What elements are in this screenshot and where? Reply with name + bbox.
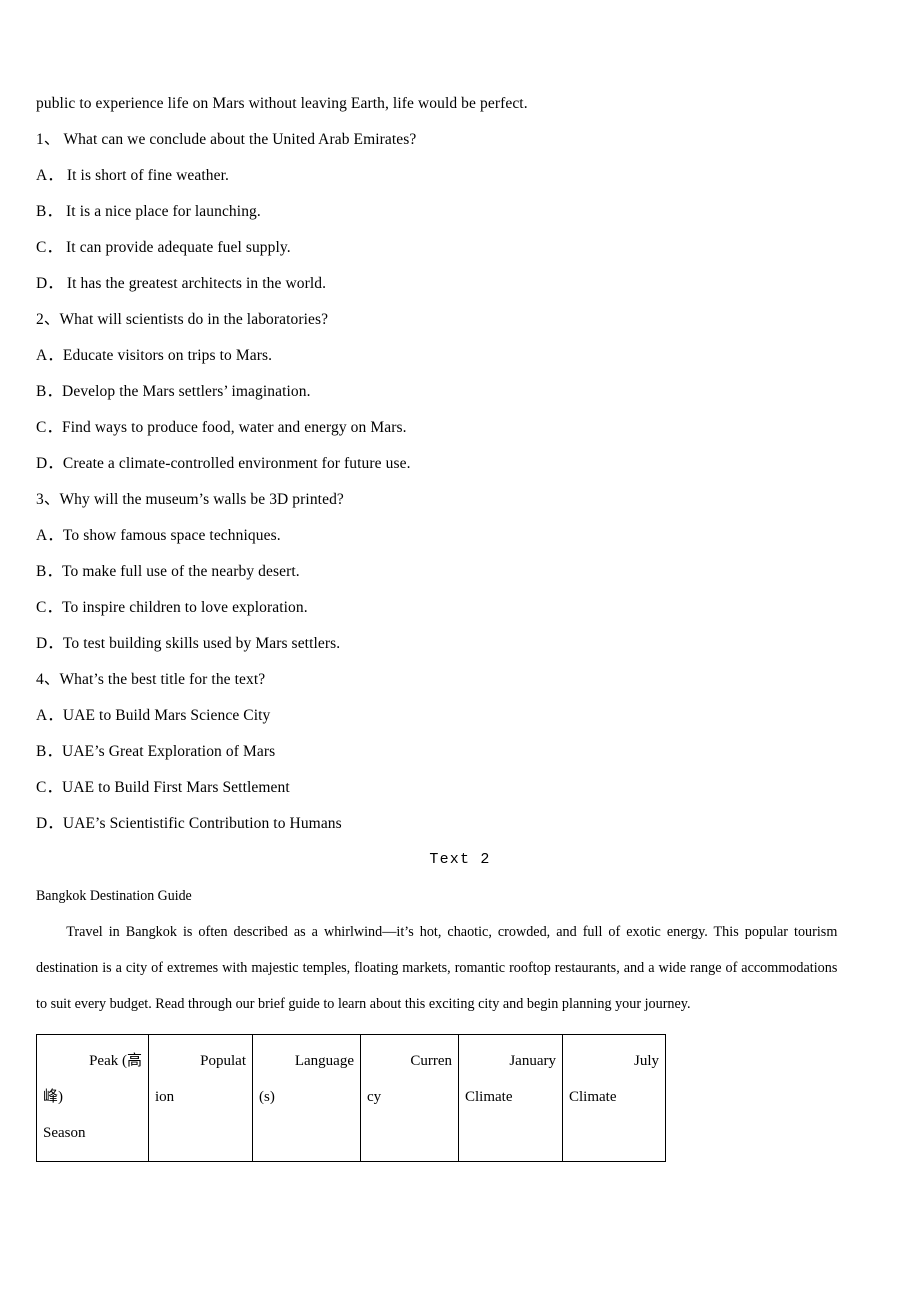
question-1: 1、 What can we conclude about the United …	[36, 122, 884, 158]
option-text: Educate visitors on trips to Mars.	[62, 347, 273, 364]
question-1-number: 1、	[36, 131, 60, 148]
option-letter: A．	[36, 347, 63, 364]
option-text: To test building skills used by Mars set…	[62, 635, 341, 652]
question-3-option-b[interactable]: B．To make full use of the nearby desert.	[36, 554, 884, 590]
bangkok-guide-table: Peak (高 峰) Season Populat ion Language (…	[36, 1034, 666, 1162]
option-letter: B．	[36, 203, 63, 220]
exam-page: public to experience life on Mars withou…	[0, 0, 920, 1302]
question-1-option-c[interactable]: C． It can provide adequate fuel supply.	[36, 230, 884, 266]
question-2-option-b[interactable]: B．Develop the Mars settlers’ imagination…	[36, 374, 884, 410]
question-3-option-d[interactable]: D．To test building skills used by Mars s…	[36, 626, 884, 662]
option-letter: C．	[36, 419, 63, 436]
option-letter: D．	[36, 455, 63, 472]
cell-line-2: (s)	[259, 1089, 275, 1105]
question-4-option-a[interactable]: A．UAE to Build Mars Science City	[36, 698, 884, 734]
table-header-cell-languages: Language (s)	[252, 1034, 361, 1162]
cell-line-1: Peak (高	[89, 1053, 142, 1069]
question-4-number: 4、	[36, 671, 60, 688]
question-3-prompt: Why will the museum’s walls be 3D printe…	[59, 491, 344, 508]
option-text: UAE’s Great Exploration of Mars	[62, 743, 276, 760]
page-content: public to experience life on Mars withou…	[36, 86, 884, 1162]
table-header-cell-peak-season: Peak (高 峰) Season	[36, 1034, 149, 1162]
option-letter: B．	[36, 383, 63, 400]
option-letter: B．	[36, 743, 63, 760]
cell-line-2: ion	[155, 1089, 175, 1105]
option-letter: D．	[36, 635, 63, 652]
option-text: To make full use of the nearby desert.	[62, 563, 300, 580]
table-header-cell-population: Populat ion	[148, 1034, 253, 1162]
cell-line-1: Curren	[410, 1053, 452, 1069]
question-2-option-c[interactable]: C．Find ways to produce food, water and e…	[36, 410, 884, 446]
cell-line-1: January	[509, 1053, 556, 1069]
option-letter: B．	[36, 563, 63, 580]
question-2-option-a[interactable]: A．Educate visitors on trips to Mars.	[36, 338, 884, 374]
option-letter: D．	[36, 815, 63, 832]
question-2-prompt: What will scientists do in the laborator…	[59, 311, 329, 328]
question-4-option-d[interactable]: D．UAE’s Scientistific Contribution to Hu…	[36, 806, 884, 842]
option-letter: A．	[36, 167, 63, 184]
option-text: UAE to Build Mars Science City	[62, 707, 271, 724]
question-2: 2、What will scientists do in the laborat…	[36, 302, 884, 338]
option-text: It has the greatest architects in the wo…	[66, 275, 327, 292]
option-text: To show famous space techniques.	[62, 527, 281, 544]
question-4: 4、What’s the best title for the text?	[36, 662, 884, 698]
option-text: Develop the Mars settlers’ imagination.	[62, 383, 311, 400]
question-2-number: 2、	[36, 311, 60, 328]
question-4-prompt: What’s the best title for the text?	[59, 671, 266, 688]
option-letter: A．	[36, 707, 63, 724]
option-text: It is short of fine weather.	[66, 167, 229, 184]
question-1-option-b[interactable]: B． It is a nice place for launching.	[36, 194, 884, 230]
cell-line-2: 峰)	[43, 1089, 63, 1105]
text-2-paragraph: Travel in Bangkok is often described as …	[36, 914, 837, 1022]
cell-line-2: Climate	[465, 1089, 513, 1105]
question-1-prompt: What can we conclude about the United Ar…	[63, 131, 417, 148]
option-letter: C．	[36, 779, 63, 796]
table-header-cell-january-climate: January Climate	[458, 1034, 563, 1162]
question-2-option-d[interactable]: D．Create a climate-controlled environmen…	[36, 446, 884, 482]
question-1-option-d[interactable]: D． It has the greatest architects in the …	[36, 266, 884, 302]
option-letter: C．	[36, 239, 63, 256]
option-letter: C．	[36, 599, 63, 616]
question-3-number: 3、	[36, 491, 60, 508]
option-text: Find ways to produce food, water and ene…	[62, 419, 407, 436]
question-1-option-a[interactable]: A． It is short of fine weather.	[36, 158, 884, 194]
text-2-subtitle: Bangkok Destination Guide	[36, 888, 192, 904]
cell-line-1: Language	[294, 1053, 354, 1069]
cell-line-1: July	[633, 1053, 659, 1069]
question-4-option-c[interactable]: C．UAE to Build First Mars Settlement	[36, 770, 884, 806]
question-4-option-b[interactable]: B．UAE’s Great Exploration of Mars	[36, 734, 884, 770]
option-text: It can provide adequate fuel supply.	[66, 239, 291, 256]
option-text: It is a nice place for launching.	[66, 203, 261, 220]
option-text: UAE to Build First Mars Settlement	[62, 779, 290, 796]
question-3-option-a[interactable]: A．To show famous space techniques.	[36, 518, 884, 554]
option-text: To inspire children to love exploration.	[62, 599, 308, 616]
table-row: Peak (高 峰) Season Populat ion Language (…	[36, 1034, 666, 1162]
table-header-cell-currency: Curren cy	[360, 1034, 459, 1162]
table-header-cell-july-climate: July Climate	[562, 1034, 666, 1162]
text-2-heading: Text 2	[429, 851, 491, 868]
guide-table-wrapper: Peak (高 峰) Season Populat ion Language (…	[36, 1034, 884, 1162]
cell-line-1: Populat	[200, 1053, 246, 1069]
continuation-line: public to experience life on Mars withou…	[36, 86, 884, 122]
cell-line-2: Climate	[569, 1089, 617, 1105]
option-text: Create a climate-controlled environment …	[62, 455, 411, 472]
option-text: UAE’s Scientistific Contribution to Huma…	[62, 815, 342, 832]
question-3-option-c[interactable]: C．To inspire children to love exploratio…	[36, 590, 884, 626]
paragraph-text: Travel in Bangkok is often described as …	[36, 924, 838, 1012]
continuation-text: public to experience life on Mars withou…	[36, 95, 528, 112]
cell-line-3: Season	[43, 1125, 86, 1141]
option-letter: D．	[36, 275, 63, 292]
option-letter: A．	[36, 527, 63, 544]
cell-line-2: cy	[367, 1089, 382, 1105]
question-3: 3、Why will the museum’s walls be 3D prin…	[36, 482, 884, 518]
